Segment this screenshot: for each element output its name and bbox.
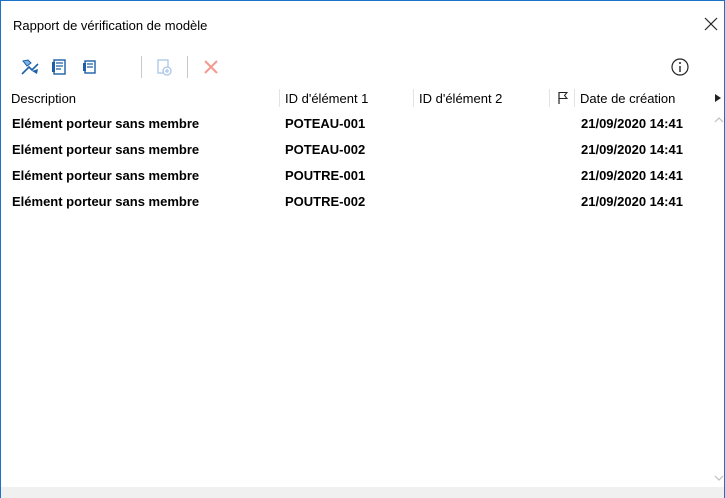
report-view-button[interactable] <box>47 54 73 80</box>
cell-id1: POUTRE-002 <box>285 194 366 209</box>
model-check-report-window: Rapport de vérification de modèle Descri… <box>0 0 725 498</box>
triangle-right-icon <box>715 94 721 102</box>
cell-id1: POTEAU-001 <box>285 116 366 131</box>
table-row[interactable]: Elément porteur sans membre POTEAU-002 2… <box>1 137 712 163</box>
window-title: Rapport de vérification de modèle <box>13 18 208 33</box>
cell-date: 21/09/2020 14:41 <box>581 168 683 183</box>
status-bar <box>1 487 724 498</box>
report-icon <box>52 59 66 75</box>
column-header-date[interactable]: Date de création <box>580 91 675 106</box>
cell-description: Elément porteur sans membre <box>12 194 200 209</box>
table-row[interactable]: Elément porteur sans membre POUTRE-001 2… <box>1 163 712 189</box>
info-icon <box>671 58 689 76</box>
report-alt-button[interactable] <box>77 54 103 80</box>
add-item-icon <box>157 59 172 76</box>
scroll-up-icon <box>714 117 724 123</box>
vertical-scrollbar[interactable] <box>714 111 724 485</box>
column-header-id1[interactable]: ID d'élément 1 <box>285 91 368 106</box>
cell-id1: POUTRE-001 <box>285 168 366 183</box>
info-button[interactable] <box>667 54 693 80</box>
toolbar-separator <box>141 56 142 78</box>
close-icon <box>704 17 718 31</box>
cell-id1: POTEAU-002 <box>285 142 366 157</box>
delete-x-icon <box>204 60 218 74</box>
column-divider[interactable] <box>279 89 280 107</box>
delete-button[interactable] <box>198 54 224 80</box>
zoom-to-element-button[interactable] <box>17 54 43 80</box>
report-alt-icon <box>83 60 96 74</box>
table-header: Description ID d'élément 1 ID d'élément … <box>1 87 712 109</box>
table-row[interactable]: Elément porteur sans membre POTEAU-001 2… <box>1 111 712 137</box>
title-bar: Rapport de vérification de modèle <box>1 1 724 41</box>
scroll-right-button[interactable] <box>712 87 724 109</box>
close-button[interactable] <box>698 11 724 37</box>
column-divider[interactable] <box>574 89 575 107</box>
flag-icon <box>558 92 569 104</box>
cell-date: 21/09/2020 14:41 <box>581 194 683 209</box>
toolbar <box>1 50 724 83</box>
cell-description: Elément porteur sans membre <box>12 168 200 183</box>
zoom-element-icon <box>21 59 39 75</box>
column-header-flag[interactable] <box>557 91 569 108</box>
table-body: Elément porteur sans membre POTEAU-001 2… <box>1 111 712 215</box>
cell-date: 21/09/2020 14:41 <box>581 116 683 131</box>
table-row[interactable]: Elément porteur sans membre POUTRE-002 2… <box>1 189 712 215</box>
cell-date: 21/09/2020 14:41 <box>581 142 683 157</box>
column-header-description[interactable]: Description <box>11 91 76 106</box>
add-item-button[interactable] <box>151 54 177 80</box>
cell-description: Elément porteur sans membre <box>12 116 200 131</box>
scroll-down-icon <box>714 475 724 481</box>
toolbar-separator <box>187 56 188 78</box>
column-divider[interactable] <box>549 89 550 107</box>
column-header-id2[interactable]: ID d'élément 2 <box>419 91 502 106</box>
cell-description: Elément porteur sans membre <box>12 142 200 157</box>
column-divider[interactable] <box>413 89 414 107</box>
